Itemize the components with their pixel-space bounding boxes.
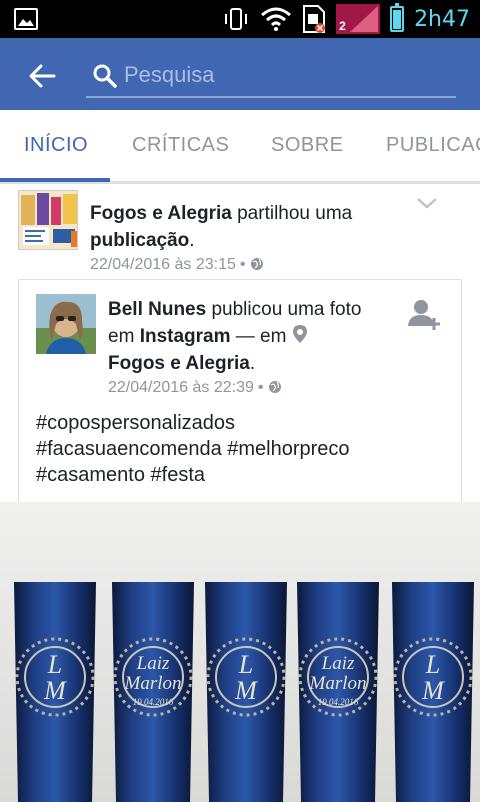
source-link[interactable]: Instagram [140,326,231,347]
cup-monogram: L [425,650,440,679]
post-meta: 22/04/2016 às 22:39 • [108,377,388,399]
clock: 2h47 [414,6,470,32]
cup-monogram: M [43,676,67,705]
post-hashtags: #copospersonalizados #facasuaencomenda #… [36,410,456,488]
tab-criticas[interactable]: CRÍTICAS [132,134,229,157]
post-header-text: Bell Nunes publicou uma foto em Instagra… [108,296,388,399]
meta-dot: • [257,379,264,396]
share-period: . [189,230,195,251]
location-pin-icon [292,325,307,343]
cup: LM [205,582,287,802]
back-arrow-icon[interactable] [26,60,58,92]
share-text: Fogos e Alegria partilhou uma publicação… [90,200,410,276]
share-meta: 22/04/2016 às 23:15 • [90,254,410,276]
shared-post: Bell Nunes publicou uma foto em Instagra… [18,279,462,519]
tab-publicacoes[interactable]: PUBLICAÇ [386,134,480,157]
cup-monogram: L [47,650,62,679]
hashtag-line[interactable]: #casamento #festa [36,462,456,488]
cup-monogram: M [234,676,258,705]
globe-icon [268,381,281,393]
battery-icon [390,3,405,32]
cup-monogram: 19.04.2016 [133,697,174,707]
sim-number: 2 [339,19,346,33]
app-bar [0,38,480,110]
share-timestamp[interactable]: 22/04/2016 às 23:15 [90,256,236,273]
post-period: . [249,353,256,374]
meta-dot: • [239,256,246,273]
cup: LaizMarlon 19.04.2016 [112,582,194,802]
tab-inicio[interactable]: INÍCIO [24,134,88,157]
wifi-icon [261,7,292,31]
author-avatar[interactable] [36,294,96,354]
cup-monogram: Marlon [309,673,367,694]
feed-post-card: Fogos e Alegria partilhou uma publicação… [0,182,480,802]
sim-error-icon [303,5,326,33]
chevron-down-icon[interactable] [416,196,438,210]
signal-strength-badge: 2 [336,4,381,34]
post-timestamp[interactable]: 22/04/2016 às 22:39 [108,379,254,396]
post-action-location: — em [230,326,292,347]
vibrate-icon [225,8,248,30]
tab-sobre[interactable]: SOBRE [271,134,344,157]
location-link[interactable]: Fogos e Alegria [108,353,250,374]
page-avatar[interactable] [18,190,78,250]
cup-monogram: L [238,650,253,679]
cup-monogram: Laiz [321,653,355,674]
cup-monogram: Marlon [124,673,182,694]
search-bar[interactable] [86,60,456,98]
author-name-link[interactable]: Bell Nunes [108,299,206,320]
page-name-link[interactable]: Fogos e Alegria [90,203,232,224]
shared-object-link[interactable]: publicação [90,230,189,251]
cup-monogram: Laiz [136,653,170,674]
gallery-notification-icon [14,8,38,30]
share-action: partilhou uma [231,203,353,224]
hashtag-line[interactable]: #facasuaencomenda #melhorpreco [36,436,456,462]
search-input[interactable] [124,60,444,90]
cup: LM [392,582,474,802]
status-bar: 2 2h47 [0,0,480,38]
cup-monogram: 19.04.2016 [318,697,359,707]
page-tabs: INÍCIO CRÍTICAS SOBRE PUBLICAÇ [0,110,480,182]
post-photo[interactable]: L M Laiz Marlon 19.04.2016 L M Laiz Marlon 19.04.… [0,502,480,802]
search-icon [93,64,117,88]
cup: LaizMarlon 19.04.2016 [297,582,379,802]
globe-icon [250,258,263,270]
cup-monogram: M [421,676,445,705]
add-friend-icon[interactable] [407,298,441,332]
hashtag-line[interactable]: #copospersonalizados [36,410,456,436]
cup: LM [14,582,96,802]
